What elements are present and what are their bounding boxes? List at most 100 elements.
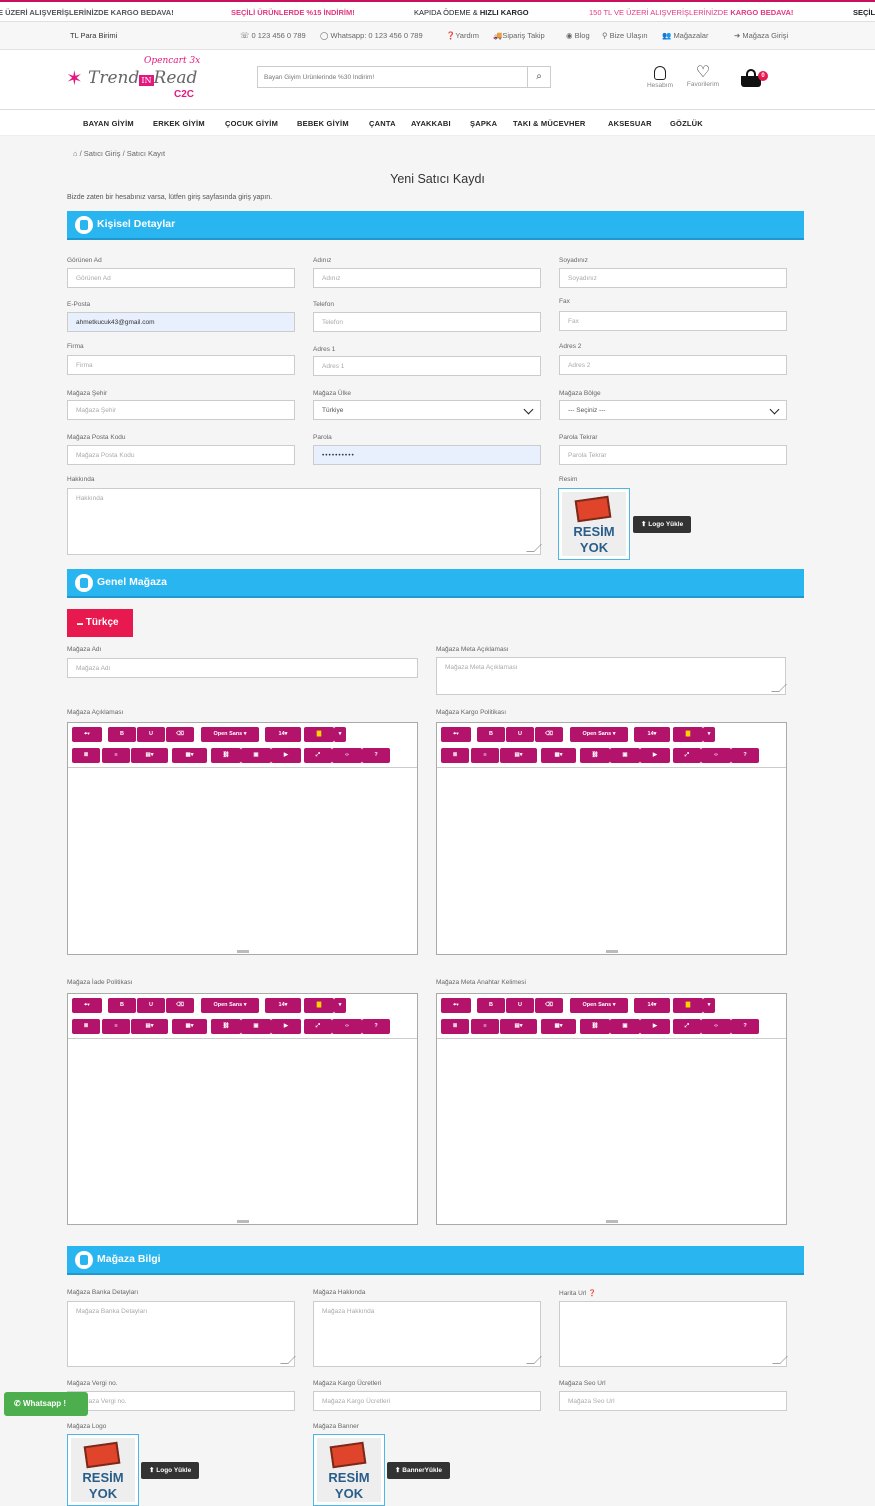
fullscreen-icon[interactable]: ⤢ <box>304 1019 332 1034</box>
search-icon[interactable]: ⌕ <box>527 67 550 87</box>
meta-keywords-editor[interactable]: ⌖▾ B U ⌫ Open Sans ▾ 14▾ ▇ ▾ ≣ ≡ ▤▾ ▦▾ ⛓ ▣ ▶ ⤢ ‹›? <box>436 993 787 1225</box>
color-icon[interactable]: ▇ <box>304 998 334 1013</box>
list-unordered-icon[interactable]: ≣ <box>72 1019 100 1034</box>
site-logo[interactable]: Opencart 3x ✶ Trend IN Read C2C <box>66 56 206 102</box>
nav-item[interactable]: ÇANTA <box>369 119 396 128</box>
eraser-icon[interactable]: ⌫ <box>535 727 563 742</box>
list-ordered-icon[interactable]: ≡ <box>102 748 130 763</box>
password-confirm-field[interactable]: Parola Tekrar <box>559 445 787 465</box>
question-icon[interactable]: ❓ <box>588 1290 596 1297</box>
contact-link[interactable]: ⚲ Bize Ulaşın <box>602 31 648 40</box>
code-icon[interactable]: ‹› <box>701 748 731 763</box>
upload-banner-button[interactable]: ⬆ BannerYükle <box>387 1462 451 1479</box>
bank-textarea[interactable]: Mağaza Banka Detayları <box>67 1301 296 1367</box>
video-icon[interactable]: ▶ <box>640 748 670 763</box>
nav-item[interactable]: ERKEK GİYİM <box>153 119 205 128</box>
caret-down-icon[interactable]: ▾ <box>334 727 346 742</box>
nav-item[interactable]: AKSESUAR <box>608 119 652 128</box>
image-icon[interactable]: ▣ <box>610 1019 640 1034</box>
video-icon[interactable]: ▶ <box>640 1019 670 1034</box>
eraser-icon[interactable]: ⌫ <box>166 727 194 742</box>
link-icon[interactable]: ⛓ <box>580 748 610 763</box>
video-icon[interactable]: ▶ <box>271 748 301 763</box>
paragraph-icon[interactable]: ▤▾ <box>131 748 168 763</box>
store-about-textarea[interactable]: Mağaza Hakkında <box>313 1301 542 1367</box>
eraser-icon[interactable]: ⌫ <box>166 998 194 1013</box>
style-icon[interactable]: ⌖▾ <box>441 727 471 742</box>
image-icon[interactable]: ▣ <box>241 1019 271 1034</box>
store-login-link[interactable]: ➜ Mağaza Girişi <box>734 31 788 40</box>
banner-placeholder[interactable]: RESİM YOK <box>313 1434 385 1506</box>
map-textarea[interactable] <box>559 1301 788 1367</box>
underline-icon[interactable]: U <box>137 998 165 1013</box>
upload-logo-button[interactable]: ⬆ Logo Yükle <box>633 516 692 533</box>
tab-turkish[interactable]: ▬ Türkçe <box>67 609 133 637</box>
style-icon[interactable]: ⌖▾ <box>441 998 471 1013</box>
fullscreen-icon[interactable]: ⤢ <box>673 1019 701 1034</box>
currency-selector[interactable]: TL Para Birimi <box>70 31 117 40</box>
whatsapp-button[interactable]: ✆ Whatsapp ! <box>4 1392 88 1416</box>
address1-field[interactable]: Adres 1 <box>313 356 541 376</box>
font-family-dropdown[interactable]: Open Sans ▾ <box>201 998 259 1013</box>
blog-link[interactable]: ◉ Blog <box>566 31 590 40</box>
font-size-dropdown[interactable]: 14▾ <box>265 998 301 1013</box>
upload-store-logo-button[interactable]: ⬆ Logo Yükle <box>141 1462 200 1479</box>
help-icon[interactable]: ? <box>731 748 759 763</box>
image-icon[interactable]: ▣ <box>610 748 640 763</box>
about-textarea[interactable]: Hakkında <box>67 488 542 555</box>
font-family-dropdown[interactable]: Open Sans ▾ <box>570 727 628 742</box>
style-icon[interactable]: ⌖▾ <box>72 727 102 742</box>
table-icon[interactable]: ▦▾ <box>172 1019 207 1034</box>
fullscreen-icon[interactable]: ⤢ <box>304 748 332 763</box>
shipping-policy-editor[interactable]: ⌖▾ B U ⌫ Open Sans ▾ 14▾ ▇ ▾ ≣ ≡ ▤▾ ▦▾ ⛓ ▣ ▶ ⤢ ‹›? <box>436 722 787 955</box>
editor-resize-handle[interactable] <box>605 1220 618 1223</box>
editor-resize-handle[interactable] <box>605 950 618 953</box>
resize-handle[interactable] <box>526 544 542 552</box>
paragraph-icon[interactable]: ▤▾ <box>131 1019 168 1034</box>
tax-field[interactable]: Mağaza Vergi no. <box>67 1391 295 1411</box>
resize-handle[interactable] <box>772 1356 788 1364</box>
help-icon[interactable]: ? <box>362 748 390 763</box>
help-icon[interactable]: ? <box>362 1019 390 1034</box>
order-track-link[interactable]: 🚚Sipariş Takip <box>493 31 545 40</box>
image-icon[interactable]: ▣ <box>241 748 271 763</box>
editor-resize-handle[interactable] <box>236 1220 249 1223</box>
nav-item[interactable]: BEBEK GİYİM <box>297 119 349 128</box>
store-logo-placeholder[interactable]: RESİM YOK <box>67 1434 139 1506</box>
resize-handle[interactable] <box>771 684 787 692</box>
code-icon[interactable]: ‹› <box>332 748 362 763</box>
seo-field[interactable]: Mağaza Seo Url <box>559 1391 787 1411</box>
underline-icon[interactable]: U <box>506 727 534 742</box>
font-size-dropdown[interactable]: 14▾ <box>265 727 301 742</box>
color-icon[interactable]: ▇ <box>304 727 334 742</box>
login-note[interactable]: Bizde zaten bir hesabınız varsa, lütfen … <box>67 194 272 201</box>
account-link[interactable]: Hesabım <box>640 66 680 89</box>
caret-down-icon[interactable]: ▾ <box>703 727 715 742</box>
address2-field[interactable]: Adres 2 <box>559 355 787 375</box>
list-unordered-icon[interactable]: ≣ <box>441 748 469 763</box>
table-icon[interactable]: ▦▾ <box>172 748 207 763</box>
list-ordered-icon[interactable]: ≡ <box>102 1019 130 1034</box>
breadcrumb-item[interactable]: Satıcı Giriş <box>84 149 121 158</box>
search-input[interactable] <box>258 67 528 87</box>
nav-item[interactable]: AYAKKABI <box>411 119 451 128</box>
paragraph-icon[interactable]: ▤▾ <box>500 748 537 763</box>
email-field[interactable]: ahmetkucuk43@gmail.com <box>67 312 295 332</box>
link-icon[interactable]: ⛓ <box>211 1019 241 1034</box>
list-ordered-icon[interactable]: ≡ <box>471 748 499 763</box>
caret-down-icon[interactable]: ▾ <box>703 998 715 1013</box>
breadcrumb-item[interactable]: Satıcı Kayıt <box>127 149 165 158</box>
store-name-field[interactable]: Mağaza Adı <box>67 658 418 678</box>
color-icon[interactable]: ▇ <box>673 998 703 1013</box>
table-icon[interactable]: ▦▾ <box>541 748 576 763</box>
home-icon[interactable]: ⌂ <box>73 149 78 158</box>
postcode-field[interactable]: Mağaza Posta Kodu <box>67 445 295 465</box>
nav-item[interactable]: BAYAN GİYİM <box>83 119 134 128</box>
nav-item[interactable]: TAKI & MÜCEVHER <box>513 119 585 128</box>
profile-image-placeholder[interactable]: RESİM YOK <box>558 488 630 560</box>
code-icon[interactable]: ‹› <box>332 1019 362 1034</box>
password-field[interactable]: •••••••••• <box>313 445 541 465</box>
company-field[interactable]: Firma <box>67 355 295 375</box>
nav-item[interactable]: ŞAPKA <box>470 119 497 128</box>
code-icon[interactable]: ‹› <box>701 1019 731 1034</box>
